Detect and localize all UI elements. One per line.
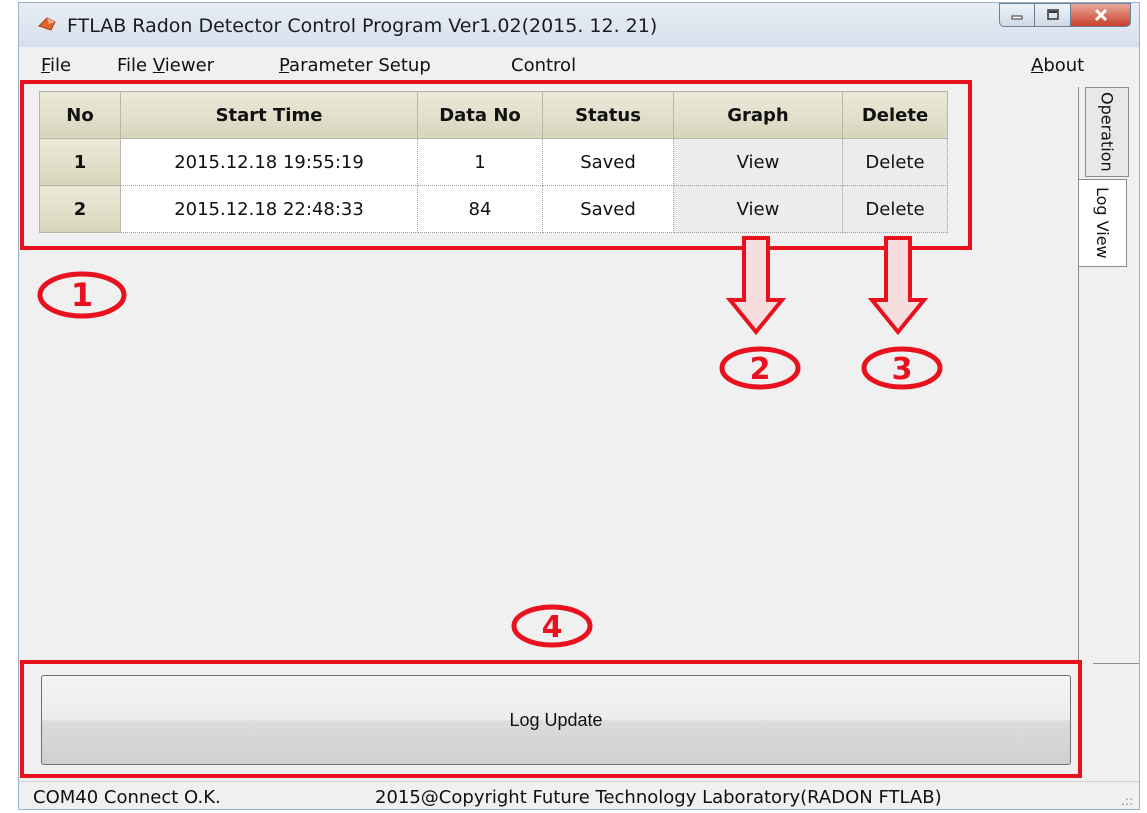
- menu-file-label: ile: [50, 55, 72, 76]
- marker-4-label: 4: [542, 610, 563, 645]
- tab-operation-label: Operation: [1097, 92, 1117, 172]
- menu-parameter-setup[interactable]: Parameter Setup: [279, 55, 431, 76]
- close-button[interactable]: [1071, 3, 1131, 27]
- table-row: 1 2015.12.18 19:55:19 1 Saved View Delet…: [39, 138, 948, 186]
- menu-about-hotkey: A: [1031, 55, 1044, 76]
- tab-log-view-label: Log View: [1093, 187, 1112, 259]
- tab-panel-border: [1078, 87, 1079, 665]
- app-window: FTLAB Radon Detector Control Program Ver…: [18, 2, 1140, 810]
- connection-status: COM40 Connect O.K.: [33, 787, 221, 808]
- log-table: No Start Time Data No Status Graph Delet…: [39, 91, 948, 233]
- tab-panel-bottom-border: [1093, 663, 1139, 664]
- menu-about[interactable]: About: [1031, 55, 1084, 76]
- marker-1: 1: [37, 271, 127, 319]
- menu-control[interactable]: Control: [511, 55, 576, 76]
- tab-operation[interactable]: Operation: [1085, 87, 1129, 177]
- row-number[interactable]: 2: [39, 185, 121, 233]
- menu-file-viewer-rest: iewer: [164, 55, 215, 76]
- title-bar: FTLAB Radon Detector Control Program Ver…: [19, 3, 1139, 47]
- delete-button[interactable]: Delete: [842, 185, 948, 233]
- start-time-cell[interactable]: 2015.12.18 22:48:33: [120, 185, 418, 233]
- marker-2-label: 2: [750, 352, 771, 387]
- column-header-start-time[interactable]: Start Time: [120, 91, 418, 139]
- table-header-row: No Start Time Data No Status Graph Delet…: [39, 91, 948, 139]
- resize-grip-icon[interactable]: .::: [1121, 794, 1133, 808]
- window-title: FTLAB Radon Detector Control Program Ver…: [67, 15, 658, 37]
- menu-parameter-hotkey: P: [279, 55, 290, 76]
- column-header-graph[interactable]: Graph: [673, 91, 843, 139]
- status-cell[interactable]: Saved: [542, 185, 674, 233]
- status-bar: COM40 Connect O.K. 2015@Copyright Future…: [19, 781, 1139, 810]
- minimize-icon: [1011, 15, 1023, 20]
- column-header-data-no[interactable]: Data No: [417, 91, 543, 139]
- start-time-cell[interactable]: 2015.12.18 19:55:19: [120, 138, 418, 186]
- delete-button[interactable]: Delete: [842, 138, 948, 186]
- menu-about-label: bout: [1043, 55, 1085, 76]
- status-cell[interactable]: Saved: [542, 138, 674, 186]
- marker-3: 3: [861, 346, 943, 390]
- menu-file[interactable]: File: [41, 55, 71, 76]
- log-update-button[interactable]: Log Update: [41, 675, 1071, 765]
- down-arrow-icon: [726, 236, 786, 336]
- row-number[interactable]: 1: [39, 138, 121, 186]
- minimize-button[interactable]: [999, 3, 1035, 27]
- app-icon: [38, 17, 56, 31]
- view-graph-button[interactable]: View: [673, 138, 843, 186]
- maximize-button[interactable]: [1035, 3, 1071, 27]
- column-header-no[interactable]: No: [39, 91, 121, 139]
- table-row: 2 2015.12.18 22:48:33 84 Saved View Dele…: [39, 185, 948, 233]
- menu-bar: File File Viewer Parameter Setup Control…: [19, 51, 1139, 83]
- menu-file-viewer[interactable]: File Viewer: [117, 55, 214, 76]
- menu-parameter-label: arameter Setup: [289, 55, 431, 76]
- marker-3-label: 3: [892, 352, 913, 387]
- menu-file-viewer-hotkey: V: [152, 55, 165, 76]
- close-icon: [1094, 8, 1107, 22]
- marker-4: 4: [511, 604, 593, 648]
- menu-file-hotkey: F: [41, 55, 51, 76]
- column-header-delete[interactable]: Delete: [842, 91, 948, 139]
- data-no-cell[interactable]: 1: [417, 138, 543, 186]
- marker-2: 2: [719, 346, 801, 390]
- view-graph-button[interactable]: View: [673, 185, 843, 233]
- marker-1-label: 1: [71, 276, 93, 314]
- menu-file-viewer-prefix: File: [117, 55, 153, 76]
- column-header-status[interactable]: Status: [542, 91, 674, 139]
- data-no-cell[interactable]: 84: [417, 185, 543, 233]
- down-arrow-icon: [868, 236, 928, 336]
- maximize-icon: [1046, 9, 1059, 20]
- tab-log-view[interactable]: Log View: [1079, 179, 1127, 267]
- copyright-text: 2015@Copyright Future Technology Laborat…: [375, 787, 942, 808]
